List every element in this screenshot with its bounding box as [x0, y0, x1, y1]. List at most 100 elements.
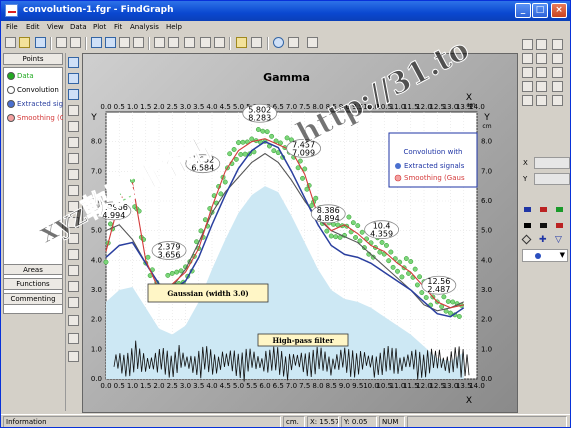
series-color-dot [7, 86, 15, 94]
data-point [123, 197, 129, 203]
filter-icon[interactable] [68, 137, 79, 148]
toolbar-separator [148, 37, 150, 50]
color-swatch-blue[interactable] [524, 207, 531, 212]
table-tool-icon[interactable] [68, 73, 79, 84]
menu-data[interactable]: Data [70, 23, 87, 31]
data-point [445, 299, 451, 304]
magnify-icon[interactable] [536, 95, 547, 106]
status-x: X: 15.57 [307, 416, 339, 427]
redo-icon[interactable] [133, 37, 144, 48]
color-swatch-dark[interactable] [540, 223, 547, 228]
sort-icon[interactable] [68, 121, 79, 132]
color-swatch-black[interactable] [524, 223, 531, 228]
color-swatch-green[interactable] [556, 207, 563, 212]
fill-icon[interactable] [536, 53, 547, 64]
smooth-icon[interactable] [68, 201, 79, 212]
marker-style-select[interactable]: ▼ [522, 249, 568, 262]
legend-marker-blue [395, 163, 401, 169]
pen-icon[interactable] [522, 67, 533, 78]
y-tick-label: 7.0 [91, 167, 102, 175]
context-help-icon[interactable] [307, 37, 318, 48]
rotate-icon[interactable] [552, 39, 563, 50]
export-icon[interactable] [251, 37, 262, 48]
undo-icon[interactable] [119, 37, 130, 48]
list-item-extracted-signals[interactable]: Extracted sig [5, 98, 63, 110]
ruler-icon[interactable] [536, 67, 547, 78]
check-grid-icon[interactable] [236, 37, 247, 48]
menu-fit[interactable]: Fit [114, 23, 122, 31]
series-color-dot [7, 72, 15, 80]
paste-icon[interactable] [105, 37, 116, 48]
fit-function-icon[interactable] [68, 351, 79, 362]
x-tick-label: 5.5 [246, 382, 257, 390]
maximize-button[interactable]: □ [532, 3, 548, 18]
close-button[interactable]: × [551, 3, 567, 18]
open-folder-icon[interactable] [19, 37, 30, 48]
minimize-button[interactable]: _ [515, 3, 531, 18]
grid-icon[interactable] [288, 37, 299, 48]
curve-fit-icon[interactable] [68, 185, 79, 196]
color-swatch-darkred[interactable] [556, 223, 563, 228]
menu-file[interactable]: File [6, 23, 18, 31]
copy-icon[interactable] [91, 37, 102, 48]
print-icon[interactable] [56, 37, 67, 48]
menu-plot[interactable]: Plot [93, 23, 106, 31]
menu-view[interactable]: View [47, 23, 64, 31]
title-bar[interactable]: convolution-1.fgr - FindGraph _ □ × [1, 1, 570, 21]
eraser-icon[interactable] [552, 81, 563, 92]
app-icon [5, 4, 18, 17]
new-file-icon[interactable] [5, 37, 16, 48]
zoom-region-icon[interactable] [214, 37, 225, 48]
tab-functions[interactable]: Functions [3, 278, 63, 290]
page-icon[interactable] [154, 37, 165, 48]
pointer-icon[interactable] [552, 95, 563, 106]
integral-icon[interactable] [68, 233, 79, 244]
select-arrow-icon[interactable] [536, 81, 547, 92]
x-coord-field[interactable] [534, 157, 570, 169]
points-tool-icon[interactable] [68, 57, 79, 68]
peak-label-h: 7.099 [292, 148, 315, 157]
add-row-icon[interactable] [68, 89, 79, 100]
draw-line-icon[interactable] [522, 53, 533, 64]
fxy-tool-icon[interactable] [68, 333, 79, 344]
list-item-smoothing[interactable]: Smoothing (G [5, 112, 63, 124]
zoom-in-icon[interactable] [536, 39, 547, 50]
resize-icon[interactable] [200, 37, 211, 48]
tab-areas[interactable]: Areas [3, 264, 63, 275]
info-icon[interactable] [273, 37, 284, 48]
derivative-icon[interactable] [68, 217, 79, 228]
print-preview-icon[interactable] [70, 37, 81, 48]
diamond-marker-icon[interactable] [521, 234, 532, 245]
tab-commenting[interactable]: Commenting [3, 293, 63, 305]
text-icon[interactable] [522, 95, 533, 106]
status-info: Information [3, 416, 281, 427]
line-icon[interactable] [522, 81, 533, 92]
frame-icon[interactable] [168, 37, 179, 48]
text-tool-icon[interactable] [522, 39, 533, 50]
crop-icon[interactable] [552, 67, 563, 78]
convolution-icon[interactable] [68, 297, 79, 308]
peak-icon[interactable] [68, 265, 79, 276]
points-list: Data Convolution Extracted sig Smoothing… [3, 67, 63, 314]
menu-help[interactable]: Help [166, 23, 182, 31]
delete-row-icon[interactable] [68, 105, 79, 116]
chart-canvas[interactable]: 0.00.00.50.51.01.01.51.52.02.02.52.53.03… [82, 79, 518, 409]
cross-marker-icon[interactable]: ✚ [539, 235, 547, 245]
blank-icon[interactable] [184, 37, 195, 48]
tab-points[interactable]: Points [3, 53, 63, 65]
fourier-icon[interactable] [68, 281, 79, 292]
y-coord-field[interactable] [534, 173, 570, 185]
toolbar-separator [85, 37, 87, 50]
statistics-icon[interactable] [68, 169, 79, 180]
shapes-icon[interactable] [552, 53, 563, 64]
save-icon[interactable] [35, 37, 46, 48]
transform-icon[interactable] [68, 153, 79, 164]
triangle-marker-icon[interactable]: ▽ [555, 235, 562, 245]
menu-edit[interactable]: Edit [26, 23, 40, 31]
list-item-data[interactable]: Data [5, 70, 63, 82]
list-item-convolution[interactable]: Convolution [5, 84, 63, 96]
fx-tool-icon[interactable] [68, 315, 79, 326]
color-swatch-red[interactable] [540, 207, 547, 212]
spline-icon[interactable] [68, 249, 79, 260]
menu-analysis[interactable]: Analysis [130, 23, 159, 31]
